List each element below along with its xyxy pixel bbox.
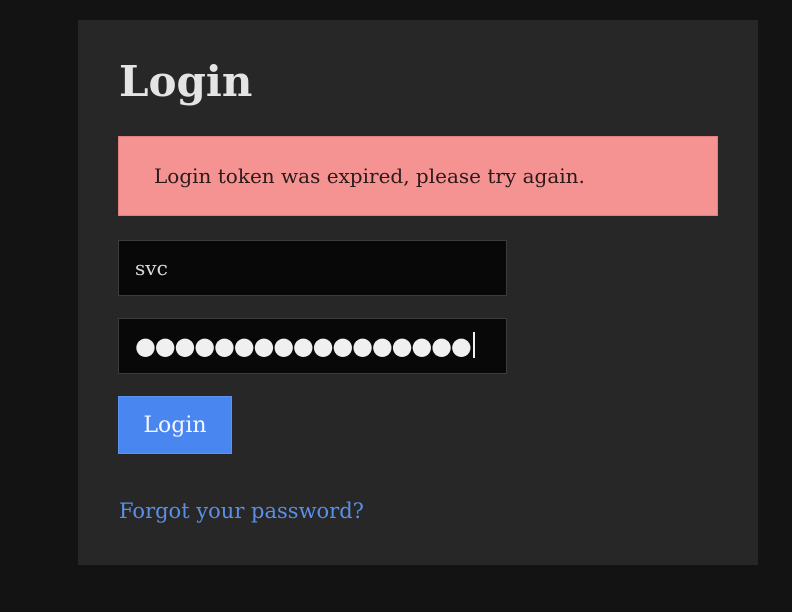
login-card: Login Login token was expired, please tr… xyxy=(78,20,758,565)
text-caret xyxy=(472,332,475,358)
username-value: svc xyxy=(135,256,168,280)
error-alert: Login token was expired, please try agai… xyxy=(118,136,718,216)
password-masked-value: ●●●●●●●●●●●●●●●●● xyxy=(135,332,475,360)
login-button-label: Login xyxy=(143,413,207,438)
forgot-password-link[interactable]: Forgot your password? xyxy=(119,498,364,524)
password-dots: ●●●●●●●●●●●●●●●●● xyxy=(135,332,472,360)
password-field[interactable]: ●●●●●●●●●●●●●●●●● xyxy=(118,318,507,374)
login-button[interactable]: Login xyxy=(118,396,232,454)
error-alert-message: Login token was expired, please try agai… xyxy=(154,164,585,188)
page-title: Login xyxy=(119,57,253,106)
username-field[interactable]: svc xyxy=(118,240,507,296)
